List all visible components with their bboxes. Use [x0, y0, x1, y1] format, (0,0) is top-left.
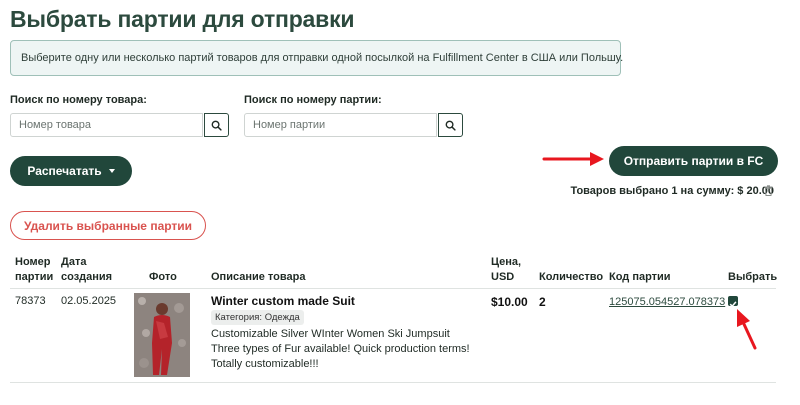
batch-search-group: Поиск по номеру партии: [244, 94, 463, 137]
print-button-label: Распечатать [27, 164, 102, 178]
caret-down-icon [108, 169, 115, 173]
checkmark-icon [729, 301, 737, 308]
header-description: Описание товара [211, 271, 306, 283]
header-created-line2: создания [61, 271, 113, 283]
trash-icon[interactable] [764, 185, 773, 196]
info-alert: Выберите одну или несколько партий товар… [10, 40, 623, 76]
print-dropdown-button[interactable]: Распечатать [10, 156, 132, 186]
product-search-button[interactable] [204, 113, 229, 137]
row-created-date: 02.05.2025 [61, 295, 117, 307]
product-search-group: Поиск по номеру товара: [10, 94, 229, 137]
row-batch-number: 78373 [15, 295, 46, 307]
product-description: Customizable Silver WInter Women Ski Jum… [211, 328, 470, 370]
header-batch-number-line2: партии [15, 271, 54, 283]
header-select: Выбрать [728, 271, 778, 283]
search-icon [445, 120, 456, 131]
header-price-line1: Цена, [491, 256, 522, 268]
header-batch-number-line1: Номер [15, 256, 51, 268]
select-checkbox[interactable] [728, 296, 738, 308]
category-badge: Категория: Одежда [211, 310, 304, 325]
search-icon [211, 120, 222, 131]
header-created-line1: Дата [61, 256, 87, 268]
send-to-fc-button[interactable]: Отправить партии в FC [609, 146, 778, 176]
table-header-divider [10, 288, 776, 289]
header-batch-number: Номер партии [15, 255, 53, 285]
batch-search-input[interactable] [244, 113, 437, 137]
header-photo: Фото [149, 271, 177, 283]
header-price: Цена, USD [491, 255, 521, 285]
product-name: Winter custom made Suit [211, 294, 355, 308]
product-search-label: Поиск по номеру товара: [10, 94, 147, 106]
row-quantity: 2 [539, 295, 546, 309]
row-price: $10.00 [491, 295, 528, 309]
delete-selected-button[interactable]: Удалить выбранные партии [10, 211, 206, 240]
header-created-date: Дата создания [61, 255, 112, 285]
batch-code-link[interactable]: 125075.054527.078373 [609, 296, 725, 308]
batch-search-label: Поиск по номеру партии: [244, 94, 382, 106]
header-price-line2: USD [491, 271, 515, 283]
product-search-input[interactable] [10, 113, 203, 137]
selection-summary: Товаров выбрано 1 на сумму: $ 20.00 [570, 185, 774, 197]
table-row-divider [10, 382, 776, 383]
batch-search-button[interactable] [438, 113, 463, 137]
product-photo [134, 293, 190, 377]
header-batch-code: Код партии [609, 271, 671, 283]
header-quantity: Количество [539, 271, 604, 283]
page-title: Выбрать партии для отправки [10, 6, 355, 32]
